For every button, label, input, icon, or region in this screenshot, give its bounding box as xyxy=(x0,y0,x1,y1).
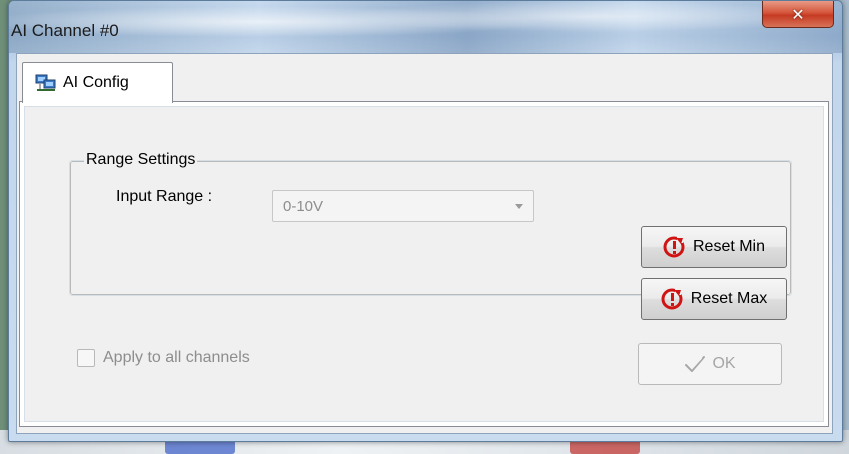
dialog-window: AI Channel #0 ✕ AI Config Range Settings… xyxy=(8,0,843,442)
close-icon: ✕ xyxy=(791,4,805,24)
input-range-label: Input Range : xyxy=(116,188,213,205)
apply-all-label: Apply to all channels xyxy=(103,349,250,366)
window-title: AI Channel #0 xyxy=(11,21,119,40)
tab-ai-config[interactable]: AI Config xyxy=(22,62,173,103)
reset-max-button[interactable]: Reset Max xyxy=(641,278,787,320)
reset-icon xyxy=(661,288,683,310)
input-range-value: 0-10V xyxy=(283,198,324,215)
apply-all-checkbox[interactable] xyxy=(77,349,95,367)
close-button[interactable]: ✕ xyxy=(762,1,834,28)
ok-button[interactable]: OK xyxy=(638,343,782,385)
apply-all-checkbox-row[interactable]: Apply to all channels xyxy=(77,349,250,367)
group-title: Range Settings xyxy=(84,151,198,169)
checkmark-icon xyxy=(685,356,706,372)
tab-label: AI Config xyxy=(63,74,129,91)
chevron-down-icon xyxy=(515,204,523,209)
title-bar xyxy=(9,1,842,53)
client-area: AI Config Range Settings Input Range : 0… xyxy=(16,53,833,434)
network-config-icon xyxy=(35,74,56,91)
reset-min-button[interactable]: Reset Min xyxy=(641,226,787,268)
reset-max-label: Reset Max xyxy=(690,290,768,307)
input-range-select[interactable]: 0-10V xyxy=(272,190,534,222)
ok-label: OK xyxy=(712,355,736,372)
reset-icon xyxy=(663,236,685,258)
reset-min-label: Reset Min xyxy=(692,238,766,255)
